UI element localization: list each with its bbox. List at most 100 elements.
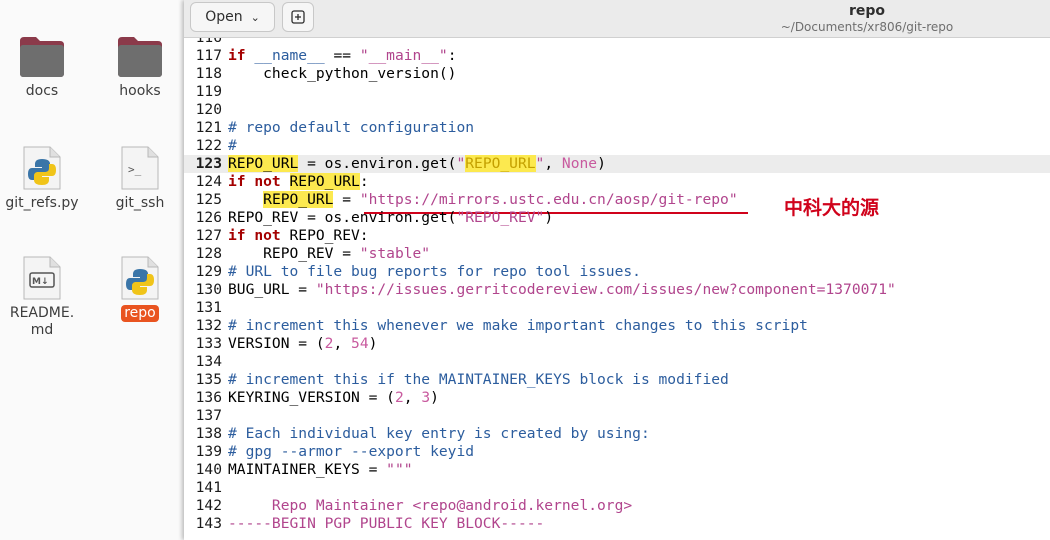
code-line[interactable]: 131 — [184, 299, 1050, 317]
code-line[interactable]: 122 # — [184, 137, 1050, 155]
line-number: 134 — [195, 353, 222, 370]
code-line[interactable]: 143 -----BEGIN PGP PUBLIC KEY BLOCK----- — [184, 515, 1050, 533]
svg-text:>_: >_ — [128, 163, 142, 176]
line-number: 120 — [195, 101, 222, 118]
code-line[interactable]: 138 # Each individual key entry is create… — [184, 425, 1050, 443]
line-number: 141 — [195, 479, 222, 496]
code-text: MAINTAINER_KEYS = """ — [228, 461, 413, 479]
line-number: 121 — [195, 119, 222, 136]
desktop-icon-repo[interactable]: repo — [100, 255, 180, 322]
code-line[interactable]: 133 VERSION = (2, 54) — [184, 335, 1050, 353]
folder-icon — [20, 37, 64, 77]
code-token: VERSION = ( — [228, 335, 325, 352]
code-line[interactable]: 132 # increment this whenever we make imp… — [184, 317, 1050, 335]
code-token: REPO_URL — [289, 173, 360, 190]
code-token: "REPO_REV" — [456, 209, 545, 226]
code-token: ) — [544, 209, 554, 226]
code-token: # — [228, 137, 237, 154]
code-text: REPO_URL = "https://mirrors.ustc.edu.cn/… — [228, 191, 738, 209]
code-token: __name__ — [254, 47, 325, 64]
code-line[interactable]: 136 KEYRING_VERSION = (2, 3) — [184, 389, 1050, 407]
code-token: MAINTAINER_KEYS = — [228, 461, 387, 478]
line-number: 143 — [195, 515, 222, 532]
desktop-icon-readme[interactable]: M↓ README. md — [2, 255, 82, 339]
code-line[interactable]: 119 — [184, 83, 1050, 101]
code-token: None — [561, 155, 598, 172]
editor-window: Open ⌄ repo ~/Documents/xr806/git-repo 中… — [184, 0, 1050, 540]
code-line[interactable]: 139 # gpg --armor --export keyid — [184, 443, 1050, 461]
code-line[interactable]: 127 if not REPO_REV: — [184, 227, 1050, 245]
code-token: # increment this whenever we make import… — [228, 317, 808, 334]
code-line[interactable]: 121 # repo default configuration — [184, 119, 1050, 137]
code-token: : — [359, 173, 369, 190]
line-number: 135 — [195, 371, 222, 388]
code-token: "__main__" — [359, 47, 448, 64]
line-number: 116 — [184, 38, 222, 47]
code-text: if __name__ == "__main__": — [228, 47, 457, 65]
code-line[interactable]: 128 REPO_REV = "stable" — [184, 245, 1050, 263]
line-number: 139 — [195, 443, 222, 460]
line-number: 137 — [195, 407, 222, 424]
code-token: Repo Maintainer <repo@android.kernel.org… — [228, 497, 633, 514]
code-token: "stable" — [359, 245, 431, 262]
line-number: 122 — [195, 137, 222, 154]
line-number: 133 — [195, 335, 222, 352]
code-line[interactable]: 140 MAINTAINER_KEYS = """ — [184, 461, 1050, 479]
code-token: -----BEGIN PGP PUBLIC KEY BLOCK----- — [228, 515, 545, 532]
code-text: REPO_REV = "stable" — [228, 245, 430, 263]
line-number: 125 — [195, 191, 222, 208]
code-line[interactable]: 124 if not REPO_URL: — [184, 173, 1050, 191]
svg-text:M↓: M↓ — [32, 277, 49, 287]
code-line[interactable]: 135 # increment this if the MAINTAINER_KE… — [184, 371, 1050, 389]
desktop-icon-label: README. md — [9, 305, 75, 338]
code-line[interactable]: 134 — [184, 353, 1050, 371]
code-token: if not — [228, 173, 290, 190]
desktop-icon-label: git_ssh — [115, 195, 165, 211]
code-text: # gpg --armor --export keyid — [228, 443, 474, 461]
code-line[interactable]: 137 — [184, 407, 1050, 425]
code-token: REPO_REV = — [228, 245, 360, 262]
code-text: # repo default configuration — [228, 119, 474, 137]
markdown-file-icon: M↓ — [23, 256, 61, 300]
code-token: REPO_URL — [263, 191, 334, 208]
code-token: = — [333, 191, 360, 208]
code-line[interactable]: 125 REPO_URL = "https://mirrors.ustc.edu… — [184, 191, 1050, 209]
code-token: 3 — [421, 389, 431, 406]
code-text: -----BEGIN PGP PUBLIC KEY BLOCK----- — [228, 515, 544, 533]
line-number: 117 — [195, 47, 222, 64]
code-token: , — [544, 155, 562, 172]
code-token: ) — [430, 389, 439, 406]
code-text: REPO_REV = os.environ.get("REPO_REV") — [228, 209, 553, 227]
code-token: ) — [368, 335, 378, 352]
line-number: 138 — [195, 425, 222, 442]
code-text: # increment this whenever we make import… — [228, 317, 808, 335]
code-token: REPO_REV: — [280, 227, 369, 244]
desktop-icon-hooks[interactable]: hooks — [100, 35, 180, 100]
desktop-icon-git-refs[interactable]: git_refs.py — [2, 145, 82, 212]
code-line[interactable]: 130 BUG_URL = "https://issues.gerritcoder… — [184, 281, 1050, 299]
code-text: # URL to file bug reports for repo tool … — [228, 263, 641, 281]
code-line[interactable]: 142 Repo Maintainer <repo@android.kernel… — [184, 497, 1050, 515]
code-line[interactable]: 118 check_python_version() — [184, 65, 1050, 83]
python-file-icon — [23, 146, 61, 190]
code-token: # increment this if the MAINTAINER_KEYS … — [228, 371, 729, 388]
code-text: # Each individual key entry is created b… — [228, 425, 650, 443]
code-line[interactable]: 129 # URL to file bug reports for repo to… — [184, 263, 1050, 281]
window-title: repo — [848, 3, 886, 19]
code-line[interactable]: 141 — [184, 479, 1050, 497]
code-line[interactable]: 116 — [184, 38, 1050, 47]
code-token: " — [456, 155, 466, 172]
line-number: 136 — [195, 389, 222, 406]
code-token: # gpg --armor --export keyid — [228, 443, 475, 460]
line-number: 126 — [195, 209, 222, 226]
code-line[interactable]: 120 — [184, 101, 1050, 119]
window-subtitle: ~/Documents/xr806/git-repo — [780, 20, 954, 34]
code-line[interactable]: 123 REPO_URL = os.environ.get("REPO_URL",… — [184, 155, 1050, 173]
desktop-icon-docs[interactable]: docs — [2, 35, 82, 100]
desktop-icon-git-ssh[interactable]: >_ git_ssh — [100, 145, 180, 212]
code-line[interactable]: 126 REPO_REV = os.environ.get("REPO_REV") — [184, 209, 1050, 227]
code-text: # — [228, 137, 237, 155]
code-editor[interactable]: 中科大的源 116117if __name__ == "__main__":11… — [184, 38, 1050, 540]
code-line[interactable]: 117 if __name__ == "__main__": — [184, 47, 1050, 65]
code-token: """ — [386, 461, 413, 478]
